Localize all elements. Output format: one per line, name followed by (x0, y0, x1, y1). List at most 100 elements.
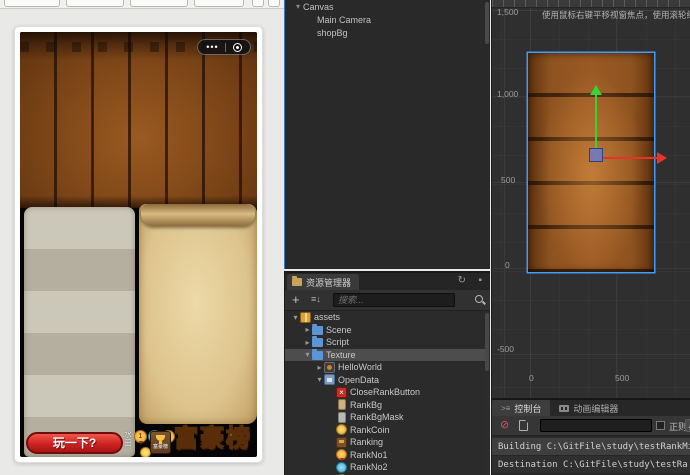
asset-item-assets[interactable]: ▾ assets (285, 311, 485, 324)
expand-arrow-icon[interactable]: ▾ (291, 313, 300, 322)
asset-item-scene[interactable]: ▸ Scene (285, 323, 485, 337)
list-panel-background (24, 207, 135, 457)
asset-item-label: RankBgMask (350, 412, 404, 423)
asset-item-script[interactable]: ▸ Script (285, 336, 485, 349)
toolbar-dropdown[interactable] (194, 0, 244, 7)
asset-item-rankno2[interactable]: RankNo2 (285, 461, 485, 474)
expand-arrow-icon[interactable]: ▸ (303, 325, 312, 334)
gizmo-anchor-handle[interactable] (589, 148, 603, 162)
hierarchy-panel: ▾ Canvas Main Camera shopBg (284, 0, 490, 269)
tab-animation-editor[interactable]: 动画编辑器 (550, 400, 627, 416)
rank-small-button[interactable]: 富豪榜 (150, 431, 171, 454)
tab-animation-label: 动画编辑器 (573, 403, 619, 414)
asset-item-label: RankCoin (350, 424, 390, 435)
asset-item-label: HelloWorld (338, 362, 382, 373)
scene-view[interactable]: 1,500 1,000 500 0 -500 0 500 使用鼠标右键平移视窗焦点，使用滚轮… (491, 0, 690, 398)
asset-item-label: OpenData (338, 374, 380, 385)
coin-icon (336, 424, 347, 436)
sort-icon[interactable]: ≡↓ (311, 294, 321, 304)
folder-icon (312, 348, 323, 360)
asset-item-label: CloseRankButton (350, 387, 421, 398)
log-level-filter-button[interactable]: A (685, 419, 690, 432)
assets-scrollbar[interactable] (485, 313, 489, 371)
rank-title-text: 富豪榜 (173, 425, 252, 453)
rank-small-button-label: 富豪榜 (152, 444, 168, 450)
rank-scroll-panel (139, 204, 257, 424)
sprite-tan-icon (337, 399, 346, 411)
gizmo-x-axis-arrowhead (657, 152, 667, 164)
asset-item-label: Texture (326, 349, 356, 360)
trophy-icon (156, 435, 165, 444)
ruler-label: 1,000 (497, 89, 519, 99)
wood-background (20, 32, 257, 208)
search-icon[interactable] (475, 295, 483, 303)
tab-console[interactable]: >≡ 控制台 (492, 400, 551, 416)
folder-icon (292, 276, 302, 286)
asset-item-rankno1[interactable]: RankNo1 (285, 449, 485, 462)
clear-log-icon[interactable]: ⊘ (500, 419, 509, 432)
medal-icon-1: 1 (134, 430, 147, 445)
folder-icon (312, 336, 323, 348)
add-asset-button[interactable]: + (292, 292, 300, 308)
console-log-line[interactable]: Building C:\GitFile\study\testRankMi (492, 438, 690, 456)
hierarchy-node-canvas[interactable]: ▾ Canvas (285, 0, 490, 13)
ruler-label: 0 (529, 373, 534, 383)
assets-header: 资源管理器 ↻ ▪ (285, 273, 490, 290)
hierarchy-node-shopbg[interactable]: shopBg (285, 26, 490, 39)
hierarchy-node-main-camera[interactable]: Main Camera (285, 13, 490, 26)
expand-arrow-icon[interactable]: ▾ (315, 375, 324, 384)
expand-arrow-icon[interactable]: ▸ (303, 338, 312, 347)
expand-arrow-icon[interactable]: ▾ (293, 2, 303, 11)
asset-item-label: Script (326, 337, 350, 348)
wechat-capsule[interactable]: ••• (197, 39, 251, 55)
image-open-icon (324, 374, 335, 386)
asset-item-helloworld[interactable]: ▸ HelloWorld (285, 361, 485, 374)
asset-item-rankbg[interactable]: RankBg (285, 399, 485, 412)
scroll-roll-top (141, 204, 255, 226)
ruler-label: 500 (615, 373, 630, 383)
hierarchy-node-label: Canvas (303, 1, 334, 12)
tab-console-label: 控制台 (514, 403, 542, 414)
asset-item-texture[interactable]: ▾ Texture (285, 348, 485, 361)
asset-item-rankbgmask[interactable]: RankBgMask (285, 411, 485, 424)
gizmo-x-axis[interactable] (597, 157, 657, 159)
asset-item-opendata[interactable]: ▾ OpenData (285, 374, 485, 387)
toolbar-icon[interactable] (252, 0, 264, 7)
asset-search-input[interactable] (333, 293, 455, 307)
assets-panel: 资源管理器 ↻ ▪ + ≡↓ ▾assets▸Scene▸Script▾Text… (284, 271, 490, 475)
asset-item-closerankbutton[interactable]: CloseRankButton (285, 386, 485, 399)
small-decal-text: 水田 (124, 430, 132, 448)
asset-item-rankcoin[interactable]: RankCoin (285, 424, 485, 437)
toolbar-dropdown[interactable] (66, 0, 124, 7)
expand-arrow-icon[interactable]: ▸ (315, 363, 324, 372)
package-icon (300, 311, 311, 323)
editor-window: ••• 玩一下? 水田 123 富豪榜 富豪榜 ▾CanvasMain Came… (0, 0, 690, 475)
console-log-line[interactable]: Destination C:\GitFile\study\testRa (492, 456, 690, 474)
capsule-divider (225, 42, 227, 52)
hierarchy-node-label: Main Camera (317, 14, 372, 25)
exit-circle-icon[interactable] (232, 42, 242, 52)
gizmo-y-axis-arrowhead (590, 85, 602, 95)
ruler-label: -500 (497, 344, 515, 354)
sprite-red-icon (336, 386, 347, 398)
toolbar-dropdown[interactable] (4, 0, 60, 7)
toolbar-icon[interactable] (268, 0, 280, 7)
tab-resource-manager[interactable]: 资源管理器 (287, 274, 360, 290)
asset-item-label: Scene (326, 324, 352, 335)
toolbar-dropdown[interactable] (130, 0, 188, 7)
panel-menu-icon[interactable]: ▪ (478, 275, 482, 287)
folder-icon (312, 323, 323, 335)
hierarchy-scrollbar[interactable] (485, 2, 489, 44)
assets-toolbar: + ≡↓ (285, 290, 490, 311)
log-file-icon[interactable] (519, 420, 528, 431)
refresh-icon[interactable]: ↻ (458, 275, 466, 287)
asset-item-ranking[interactable]: Ranking (285, 436, 485, 449)
regex-checkbox[interactable] (656, 421, 665, 430)
log-filter-input[interactable] (540, 419, 652, 432)
browser-toolbar (0, 0, 284, 9)
play-button[interactable]: 玩一下? (26, 432, 123, 454)
more-menu-icon[interactable]: ••• (206, 42, 218, 52)
expand-arrow-icon[interactable]: ▾ (303, 350, 312, 359)
asset-item-label: RankNo2 (350, 462, 388, 473)
podium-icon (336, 436, 347, 448)
